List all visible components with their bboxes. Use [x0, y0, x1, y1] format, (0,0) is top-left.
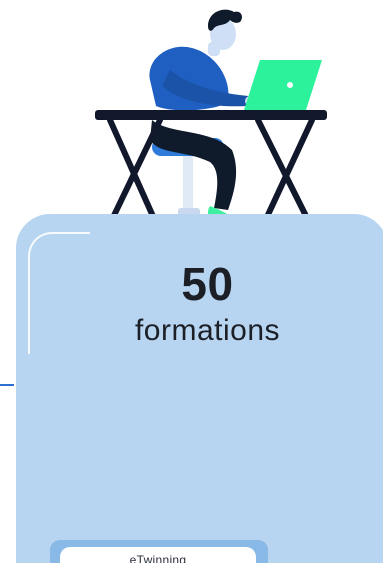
page: 50 formations eTwinning	[0, 0, 383, 563]
left-accent-line	[0, 384, 14, 386]
formations-label: formations	[134, 314, 281, 347]
desk-top	[95, 110, 327, 120]
laptop-logo	[287, 82, 293, 88]
tag-label[interactable]: eTwinning	[60, 547, 256, 563]
chair-post	[183, 156, 193, 214]
formations-count: 50	[181, 258, 234, 310]
laptop-icon	[244, 60, 322, 110]
person-legs	[150, 120, 237, 210]
